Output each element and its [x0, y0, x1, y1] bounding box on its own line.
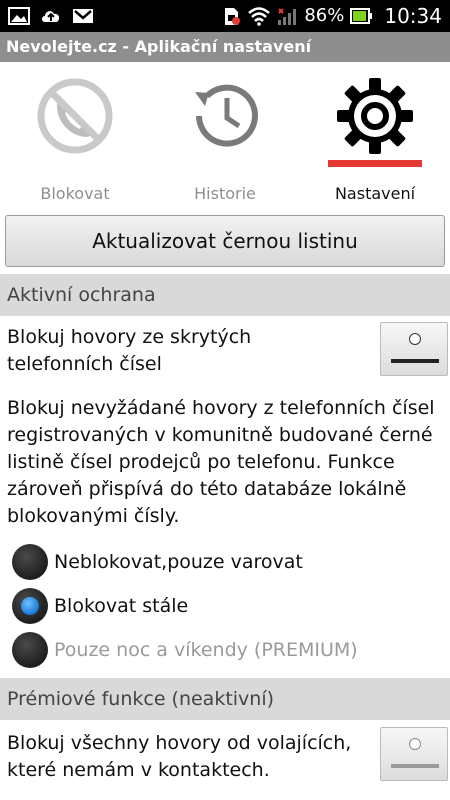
- tab-label-blokovat: Blokovat: [40, 184, 110, 203]
- section-header-premium: Prémiové funkce (neaktivní): [0, 678, 450, 720]
- tab-blokovat[interactable]: Blokovat: [0, 62, 150, 210]
- sim-error-icon: [225, 8, 241, 25]
- block-unknown-label-line1: Blokuj všechny hovory od volajících,: [7, 732, 352, 754]
- gmail-icon: [73, 9, 93, 23]
- cloud-upload-icon: [42, 11, 60, 22]
- section-header-active-protection: Aktivní ochrana: [0, 274, 450, 316]
- radio-button-selected[interactable]: [12, 588, 48, 624]
- tab-bar: Blokovat Historie Nastavení: [0, 62, 450, 210]
- blocked-phone-icon: [37, 78, 113, 154]
- block-unknown-label-line2: které nemám v kontaktech.: [7, 759, 270, 781]
- system-icons: 86% 10:34: [220, 4, 442, 28]
- image-icon: [8, 7, 30, 25]
- hidden-numbers-setting-label: Blokuj hovory ze skrytých telefonních čí…: [7, 324, 251, 378]
- block-unknown-setting-label: Blokuj všechny hovory od volajících, kte…: [7, 730, 351, 784]
- app-title: Nevolejte.cz - Aplikační nastavení: [0, 32, 450, 62]
- notification-icons: [8, 6, 94, 26]
- option-label-disabled: Pouze noc a víkendy (PREMIUM): [54, 639, 358, 661]
- tab-historie[interactable]: Historie: [150, 62, 300, 210]
- blacklist-description: Blokuj nevyžádané hovory z telefonních č…: [7, 397, 435, 527]
- status-bar: 86% 10:34: [0, 0, 450, 32]
- signal-icon: [278, 8, 297, 25]
- active-tab-indicator: [328, 160, 422, 167]
- hidden-numbers-toggle[interactable]: [380, 322, 448, 376]
- option-label: Neblokovat,pouze varovat: [54, 551, 303, 573]
- tab-label-historie: Historie: [194, 184, 256, 203]
- gear-icon: [337, 78, 413, 154]
- block-unknown-toggle: [380, 727, 448, 781]
- toggle-knob: [409, 738, 421, 750]
- hidden-numbers-label-line1: Blokuj hovory ze skrytých: [7, 326, 252, 348]
- battery-percent: 86%: [304, 5, 345, 26]
- hidden-numbers-label-line2: telefonních čísel: [7, 353, 162, 375]
- tab-label-nastaveni: Nastavení: [334, 184, 416, 203]
- toggle-bar: [391, 764, 439, 768]
- tab-nastaveni[interactable]: Nastavení: [300, 62, 450, 210]
- option-block-always[interactable]: Blokovat stále: [12, 586, 188, 626]
- radio-selected-dot: [21, 597, 39, 615]
- radio-button[interactable]: [12, 544, 48, 580]
- wifi-icon: [248, 7, 271, 26]
- history-clock-icon: [195, 84, 258, 147]
- toggle-knob: [409, 333, 421, 345]
- radio-button-disabled: [12, 632, 48, 668]
- battery-icon: [350, 8, 373, 24]
- update-blacklist-button[interactable]: Aktualizovat černou listinu: [5, 215, 445, 267]
- option-night-weekends: Pouze noc a víkendy (PREMIUM): [12, 630, 358, 670]
- clock: 10:34: [384, 4, 442, 28]
- option-warn-only[interactable]: Neblokovat,pouze varovat: [12, 542, 303, 582]
- option-label: Blokovat stále: [54, 595, 189, 617]
- toggle-bar: [391, 359, 439, 363]
